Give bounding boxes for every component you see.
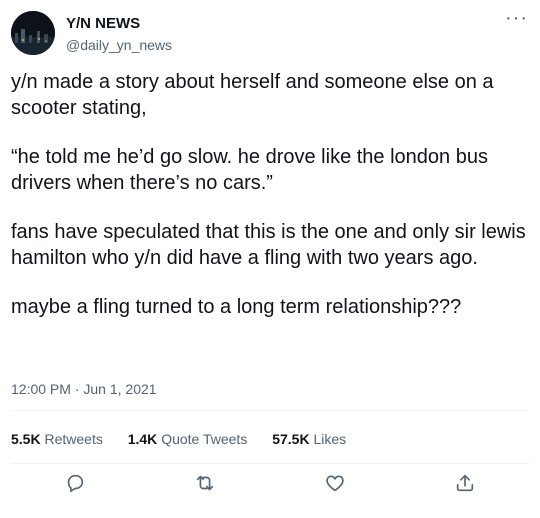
tweet-actions xyxy=(0,472,540,502)
quotes-label: Quote Tweets xyxy=(161,431,248,447)
tweet-card: Y/N NEWS @daily_yn_news ··· y/n made a s… xyxy=(0,0,540,518)
like-icon xyxy=(326,475,344,492)
divider xyxy=(11,463,529,464)
author-handle[interactable]: @daily_yn_news xyxy=(66,37,172,53)
likes-stat[interactable]: 57.5K Likes xyxy=(272,431,346,447)
quote-tweets-stat[interactable]: 1.4K Quote Tweets xyxy=(128,431,248,447)
like-button[interactable] xyxy=(324,472,348,496)
share-button[interactable] xyxy=(454,472,478,496)
tweet-stats: 5.5K Retweets 1.4K Quote Tweets 57.5K Li… xyxy=(11,431,367,447)
more-options-icon[interactable]: ··· xyxy=(505,8,528,28)
share-icon xyxy=(456,474,474,492)
tweet-time[interactable]: 12:00 PM xyxy=(11,381,71,397)
tweet-paragraph-3: fans have speculated that this is the on… xyxy=(11,221,532,269)
tweet-paragraph-2: “he told me he’d go slow. he drove like … xyxy=(11,146,494,194)
reply-icon xyxy=(67,474,84,493)
avatar[interactable] xyxy=(11,11,55,55)
retweet-icon xyxy=(196,475,214,491)
likes-count: 57.5K xyxy=(272,431,310,447)
retweets-count: 5.5K xyxy=(11,431,41,447)
reply-button[interactable] xyxy=(64,472,88,496)
divider xyxy=(11,410,529,411)
likes-label: Likes xyxy=(313,431,347,447)
tweet-date[interactable]: Jun 1, 2021 xyxy=(83,381,156,397)
retweets-label: Retweets xyxy=(44,431,103,447)
avatar-image xyxy=(11,11,55,55)
retweet-button[interactable] xyxy=(194,472,218,496)
tweet-timestamp: 12:00 PM · Jun 1, 2021 xyxy=(11,381,157,397)
quotes-count: 1.4K xyxy=(127,431,158,447)
author-name[interactable]: Y/N NEWS xyxy=(66,15,140,33)
tweet-text: y/n made a story about herself and someo… xyxy=(11,69,526,343)
timestamp-separator: · xyxy=(70,381,84,397)
retweets-stat[interactable]: 5.5K Retweets xyxy=(11,431,103,447)
tweet-paragraph-4: maybe a fling turned to a long term rela… xyxy=(11,296,462,318)
tweet-paragraph-1: y/n made a story about herself and someo… xyxy=(11,71,500,119)
